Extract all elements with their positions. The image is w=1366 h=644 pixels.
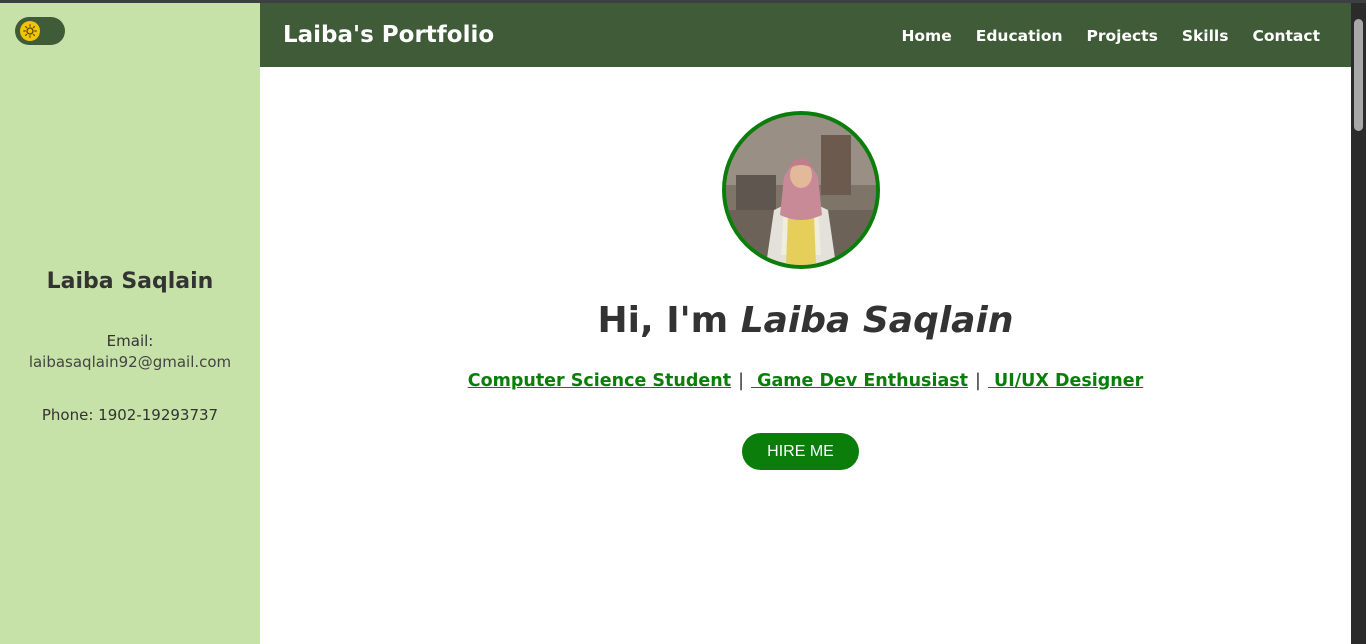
sidebar-name: Laiba Saqlain: [46, 269, 214, 294]
email-label: Email:: [106, 332, 154, 350]
scrollbar-thumb[interactable]: [1354, 19, 1363, 131]
role-link-uiux[interactable]: UI/UX Designer: [988, 371, 1143, 391]
roles-line: Computer Science Student | Game Dev Enthu…: [260, 371, 1351, 391]
sun-icon: [20, 21, 40, 41]
brand-title: Laiba's Portfolio: [283, 22, 495, 48]
sidebar: Laiba Saqlain Email: laibasaqlain92@gmai…: [0, 3, 260, 644]
nav-home[interactable]: Home: [901, 27, 951, 45]
main-nav: Home Education Projects Skills Contact: [877, 27, 1320, 45]
nav-projects[interactable]: Projects: [1087, 27, 1158, 45]
top-navbar: Laiba's Portfolio Home Education Project…: [260, 3, 1351, 67]
phone-value: Phone: 1902-19293737: [41, 406, 219, 424]
nav-skills[interactable]: Skills: [1182, 27, 1229, 45]
email-value: laibasaqlain92@gmail.com: [28, 353, 232, 371]
role-link-game-dev[interactable]: Game Dev Enthusiast: [751, 371, 968, 391]
nav-contact[interactable]: Contact: [1252, 27, 1320, 45]
page-scrollbar[interactable]: [1351, 3, 1366, 644]
role-separator: |: [975, 371, 981, 391]
profile-photo: [722, 111, 880, 269]
hero-heading: Hi, I'm Laiba Saqlain: [260, 300, 1351, 341]
role-link-cs-student[interactable]: Computer Science Student: [468, 371, 731, 391]
hero-greeting: Hi, I'm: [597, 300, 741, 341]
theme-toggle[interactable]: [15, 17, 65, 45]
main-content: Hi, I'm Laiba Saqlain Computer Science S…: [260, 67, 1351, 644]
hero-name: Laiba Saqlain: [740, 300, 1014, 341]
hire-me-button[interactable]: HIRE ME: [742, 433, 859, 470]
nav-education[interactable]: Education: [976, 27, 1063, 45]
role-separator: |: [738, 371, 744, 391]
